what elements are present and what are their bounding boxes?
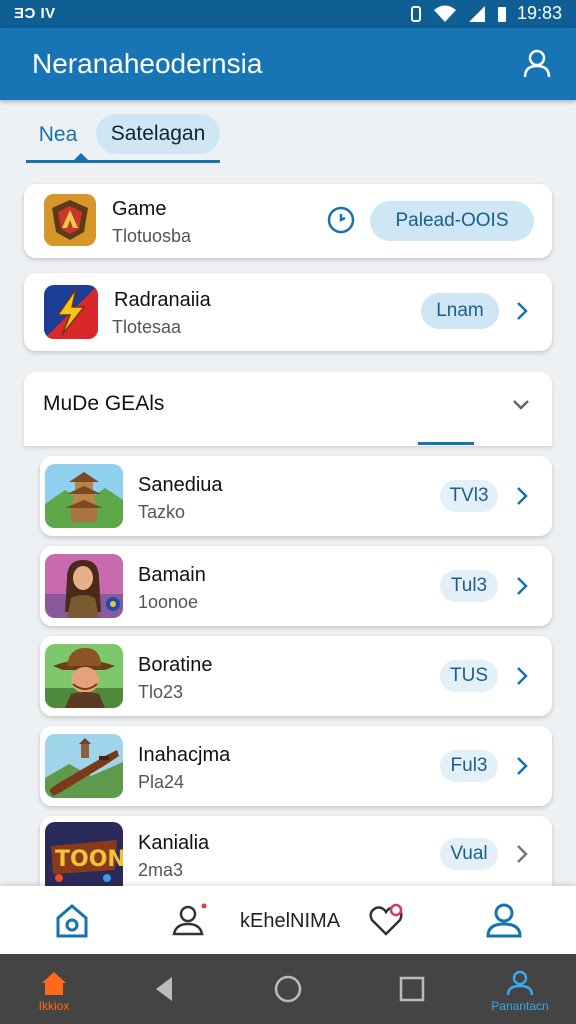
wifi-icon xyxy=(433,5,456,22)
chevron-right-icon[interactable] xyxy=(514,664,530,688)
list-item-title: Kanialia xyxy=(138,832,210,854)
list-item-title: Bamain xyxy=(138,564,206,586)
chevron-right-icon[interactable] xyxy=(514,842,530,866)
sys-home-button[interactable]: Ikkiox xyxy=(24,970,84,1013)
home-circle-icon[interactable] xyxy=(273,974,303,1004)
section-header[interactable]: MuDe GEAls xyxy=(24,372,552,446)
house-icon xyxy=(42,972,66,995)
lightning-icon xyxy=(44,285,98,339)
list-item-subtitle: Tazko xyxy=(138,502,186,522)
list-item[interactable]: Sanediua Tazko TVl3 xyxy=(40,456,552,536)
list-item-title: Sanediua xyxy=(138,474,223,496)
profile-icon[interactable] xyxy=(522,48,552,78)
status-carrier: ƎƆ IV xyxy=(14,5,56,22)
app-bar: Neranaheodernsia xyxy=(0,28,576,100)
action-button[interactable]: TVl3 xyxy=(440,480,498,512)
section-title: MuDe GEAls xyxy=(43,392,165,415)
card-subtitle: Tlotesaa xyxy=(112,317,182,337)
action-button[interactable]: Palead-OOIS xyxy=(370,201,534,241)
woman-thumbnail xyxy=(45,554,123,618)
vibrate-icon xyxy=(410,5,421,22)
list-item[interactable]: Bamain 1oonoe Tul3 xyxy=(40,546,552,626)
svg-text:TOON: TOON xyxy=(55,847,123,872)
add-user-icon[interactable] xyxy=(170,900,210,940)
rifle-thumbnail xyxy=(45,734,123,798)
person-icon xyxy=(506,970,534,996)
list-item[interactable]: Boratine Tlo23 TUS xyxy=(40,636,552,716)
featured-card-radranaiia[interactable]: Radranaiia Tlotesaa Lnam xyxy=(24,273,552,351)
game-shield-icon xyxy=(44,194,96,246)
chevron-down-icon[interactable] xyxy=(510,394,532,416)
list-item-subtitle: Tlo23 xyxy=(138,682,184,702)
action-button[interactable]: TUS xyxy=(440,660,498,692)
card-title: Radranaiia xyxy=(114,289,211,311)
chevron-right-icon[interactable] xyxy=(514,754,530,778)
cowboy-thumbnail xyxy=(45,644,123,708)
sys-home-label: Ikkiox xyxy=(38,999,70,1013)
system-nav-bar: Ikkiox Panantacn xyxy=(0,954,576,1024)
list-item-title: Boratine xyxy=(138,654,213,676)
action-button[interactable]: Ful3 xyxy=(440,750,498,782)
status-bar: ƎƆ IV 19:83 xyxy=(0,0,576,28)
chevron-right-icon[interactable] xyxy=(514,299,530,323)
list-item-subtitle: 2ma3 xyxy=(138,860,184,880)
list-item[interactable]: TOON Kanialia 2ma3 Vual xyxy=(40,816,552,886)
sys-profile-button[interactable]: Panantacn xyxy=(488,970,552,1013)
card-title: Game xyxy=(112,198,167,220)
timer-icon[interactable] xyxy=(326,205,356,235)
signal-icon xyxy=(468,5,485,22)
list-item-title: Inahacjma xyxy=(138,744,231,766)
favorites-icon[interactable] xyxy=(366,900,406,940)
section-indicator xyxy=(418,442,474,445)
tab-nea[interactable]: Nea xyxy=(26,114,90,156)
bottom-nav: kEhelNIMA xyxy=(0,886,576,954)
battery-icon xyxy=(497,6,506,22)
chevron-right-icon[interactable] xyxy=(514,574,530,598)
list-item[interactable]: Inahacjma Pla24 Ful3 xyxy=(40,726,552,806)
profile-nav-icon[interactable] xyxy=(484,900,524,940)
back-icon[interactable] xyxy=(152,975,176,1003)
list-item-subtitle: 1oonoe xyxy=(138,592,199,612)
home-icon[interactable] xyxy=(52,900,92,940)
tab-indicator xyxy=(74,153,88,160)
action-button[interactable]: Vual xyxy=(440,838,498,870)
list-item-subtitle: Pla24 xyxy=(138,772,185,792)
status-time: 19:83 xyxy=(516,3,562,23)
tab-satelagan[interactable]: Satelagan xyxy=(96,114,220,154)
action-button[interactable]: Tul3 xyxy=(440,570,498,602)
sys-profile-label: Panantacn xyxy=(491,999,549,1013)
nav-center-label[interactable]: kEhelNIMA xyxy=(240,910,340,933)
action-button[interactable]: Lnam xyxy=(421,293,499,329)
pagoda-thumbnail xyxy=(45,464,123,528)
chevron-right-icon[interactable] xyxy=(514,484,530,508)
tab-underline xyxy=(26,160,220,163)
app-title: Neranaheodernsia xyxy=(32,48,263,79)
recents-icon[interactable] xyxy=(399,976,425,1002)
featured-card-game[interactable]: Game Tlotuosba Palead-OOIS xyxy=(24,184,552,258)
card-subtitle: Tlotuosba xyxy=(112,226,192,246)
toon-thumbnail: TOON xyxy=(45,822,123,886)
tab-bar: Nea Satelagan xyxy=(26,114,220,166)
